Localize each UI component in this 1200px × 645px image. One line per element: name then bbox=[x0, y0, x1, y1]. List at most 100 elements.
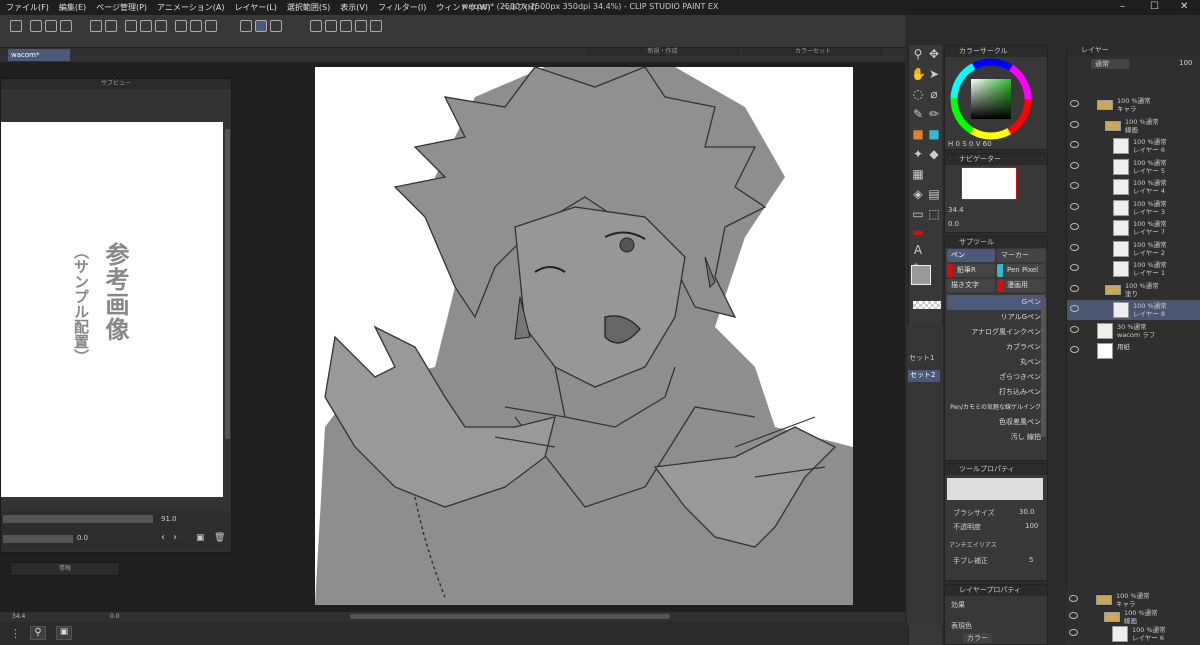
visibility-eye-icon[interactable] bbox=[1070, 120, 1079, 128]
brush-kabura[interactable]: カブラペン bbox=[947, 340, 1045, 355]
visibility-eye-icon[interactable] bbox=[1070, 284, 1079, 292]
invert-icon[interactable] bbox=[205, 20, 217, 32]
layer-row[interactable]: 30 %通常 wacom ラフ bbox=[1067, 321, 1200, 341]
drawing-canvas[interactable] bbox=[315, 67, 853, 605]
fill-icon[interactable] bbox=[140, 20, 152, 32]
save-icon[interactable] bbox=[60, 20, 72, 32]
layer-folder-row[interactable]: 100 %通常 塗り bbox=[1067, 280, 1200, 300]
navigator-preview[interactable] bbox=[961, 167, 1017, 200]
floating-tab-new[interactable]: 新規・作成 bbox=[585, 48, 740, 56]
zoom-slider[interactable] bbox=[3, 515, 153, 523]
lasso-tool-icon[interactable]: ◌ bbox=[911, 87, 925, 101]
decoration-tool-icon[interactable]: ✦ bbox=[911, 147, 925, 161]
print-icon[interactable] bbox=[370, 20, 382, 32]
document-tab[interactable]: wacom* bbox=[8, 49, 70, 61]
group-pencil-r[interactable]: 鉛筆R bbox=[947, 264, 995, 277]
zoom-reset-icon[interactable] bbox=[355, 20, 367, 32]
group-pen[interactable]: ペン bbox=[947, 249, 995, 262]
layer-folder-row[interactable]: 100 %通常 キャラ bbox=[1067, 95, 1200, 115]
brush-g-pen[interactable]: Gペン bbox=[947, 295, 1045, 310]
zoom-tool-icon[interactable]: ⚲ bbox=[911, 47, 925, 61]
angle-slider[interactable] bbox=[3, 535, 73, 543]
group-marker[interactable]: マーカー bbox=[997, 249, 1045, 262]
subtool-scrollbar[interactable] bbox=[1041, 297, 1046, 437]
menu-edit[interactable]: 編集(E) bbox=[59, 2, 86, 13]
layer-row[interactable]: 100 %通常 レイヤー 8 bbox=[1067, 300, 1200, 320]
color-wheel[interactable] bbox=[945, 57, 1045, 142]
minimize-icon[interactable]: – bbox=[1120, 1, 1125, 12]
redo-icon[interactable] bbox=[105, 20, 117, 32]
menu-selection[interactable]: 選択範囲(S) bbox=[287, 2, 330, 13]
opacity-value[interactable]: 100 bbox=[1025, 522, 1038, 530]
visibility-eye-icon[interactable] bbox=[1069, 595, 1078, 602]
snap-grid-icon[interactable] bbox=[270, 20, 282, 32]
set-1[interactable]: セット1 bbox=[909, 353, 934, 363]
visibility-eye-icon[interactable] bbox=[1070, 141, 1079, 148]
clip-studio-icon[interactable] bbox=[10, 20, 22, 32]
brush-analog-ink[interactable]: アナログ風インクペン bbox=[947, 325, 1045, 340]
clear-icon[interactable] bbox=[125, 20, 137, 32]
layer-row[interactable]: 用紙 bbox=[1067, 341, 1200, 361]
brush-real-g-pen[interactable]: リアルGペン bbox=[947, 310, 1045, 325]
ruler-tool-icon[interactable]: ▬ bbox=[911, 225, 925, 239]
visibility-eye-icon[interactable] bbox=[1070, 243, 1079, 251]
fit-icon[interactable] bbox=[340, 20, 352, 32]
brush-strike[interactable]: 打ち込みペン bbox=[947, 385, 1045, 400]
visibility-eye-icon[interactable] bbox=[1070, 346, 1079, 353]
panel-toggle-icon[interactable]: ▣ bbox=[56, 626, 72, 640]
visibility-eye-icon[interactable] bbox=[1070, 325, 1079, 333]
prev-image-icon[interactable]: ‹ bbox=[161, 532, 165, 543]
menu-filter[interactable]: フィルター(I) bbox=[378, 2, 426, 13]
layer-row[interactable]: 100 %通常 レイヤー 4 bbox=[1067, 177, 1200, 197]
hand-tool-icon[interactable]: ✋ bbox=[911, 67, 926, 81]
brush-rough[interactable]: ざらつきペン bbox=[947, 370, 1045, 385]
group-pen-pixel[interactable]: Pen Pixel bbox=[997, 264, 1045, 277]
layer-row[interactable]: 100 %通常 レイヤー 6 bbox=[1067, 136, 1200, 156]
layer-row[interactable]: 100 %通常 レイヤー 3 bbox=[1067, 198, 1200, 218]
visibility-eye-icon[interactable] bbox=[1070, 182, 1079, 189]
visibility-eye-icon[interactable] bbox=[1070, 161, 1079, 169]
blend-mode-select[interactable]: 通常 bbox=[1091, 59, 1129, 69]
info-panel[interactable]: 情報 bbox=[10, 562, 120, 576]
menu-animation[interactable]: アニメーション(A) bbox=[157, 2, 224, 13]
set-2[interactable]: セット2 bbox=[908, 370, 940, 382]
operation-tool-icon[interactable]: ➤ bbox=[927, 67, 941, 81]
layer-opacity[interactable]: 100 bbox=[1179, 59, 1192, 67]
pencil-tool-icon[interactable]: ✏ bbox=[927, 107, 941, 121]
snap-special-icon[interactable] bbox=[255, 20, 267, 32]
next-image-icon[interactable]: › bbox=[173, 532, 177, 543]
visibility-eye-icon[interactable] bbox=[1069, 612, 1078, 619]
layer-row[interactable]: 100 %通常 レイヤー 7 bbox=[1067, 218, 1200, 238]
horizontal-scrollbar[interactable] bbox=[350, 614, 670, 619]
fill-tool-icon[interactable]: ◈ bbox=[911, 187, 925, 201]
airbrush-tool-icon[interactable]: ■ bbox=[927, 127, 941, 141]
visibility-eye-icon[interactable] bbox=[1070, 305, 1079, 312]
frame-tool-icon[interactable]: ⬚ bbox=[927, 207, 941, 221]
new-file-icon[interactable] bbox=[30, 20, 42, 32]
open-image-icon[interactable]: ▣ bbox=[196, 533, 205, 543]
menu-page[interactable]: ページ管理(P) bbox=[96, 2, 147, 13]
visibility-eye-icon[interactable] bbox=[1070, 202, 1079, 210]
deselect-icon[interactable] bbox=[190, 20, 202, 32]
layer-row[interactable]: 100 %通常 レイヤー 6 bbox=[1066, 624, 1200, 644]
brush-smudge[interactable]: 汚し 線拍 bbox=[947, 430, 1045, 445]
text-tool-icon[interactable]: A bbox=[911, 243, 925, 257]
layer-folder-row[interactable]: 100 %通常 線画 bbox=[1067, 116, 1200, 136]
blend-tool-icon[interactable]: ▦ bbox=[911, 167, 925, 181]
snap-ruler-icon[interactable] bbox=[240, 20, 252, 32]
menu-view[interactable]: 表示(V) bbox=[340, 2, 368, 13]
stabilization-value[interactable]: 5 bbox=[1029, 556, 1033, 564]
figure-tool-icon[interactable]: ▭ bbox=[911, 207, 925, 221]
search-icon[interactable]: ⚲ bbox=[30, 626, 46, 640]
layer-row[interactable]: 100 %通常 レイヤー 2 bbox=[1067, 239, 1200, 259]
gradient-tool-icon[interactable]: ▤ bbox=[927, 187, 941, 201]
transform-icon[interactable] bbox=[155, 20, 167, 32]
visibility-eye-icon[interactable] bbox=[1069, 629, 1078, 636]
rotate-icon[interactable] bbox=[325, 20, 337, 32]
floating-tab-colorset[interactable]: カラーセット bbox=[743, 48, 883, 56]
menu-layer[interactable]: レイヤー(L) bbox=[234, 2, 276, 13]
pen-tool-icon[interactable]: ✎ bbox=[911, 107, 925, 121]
move-tool-icon[interactable]: ✥ bbox=[927, 47, 941, 61]
layer-row[interactable]: 100 %通常 レイヤー 5 bbox=[1067, 157, 1200, 177]
undo-icon[interactable] bbox=[90, 20, 102, 32]
